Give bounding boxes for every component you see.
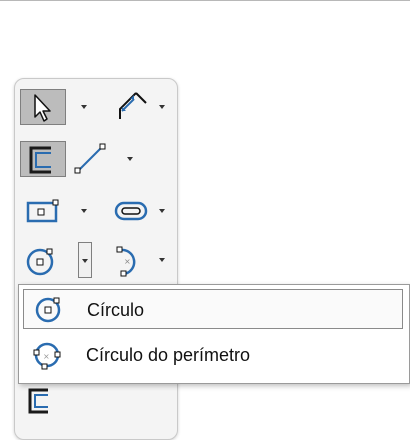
sketch-shortcut-bar: ×	[14, 78, 178, 440]
menu-item-perimeter-circle[interactable]: × Círculo do perímetro	[23, 335, 403, 375]
svg-text:×: ×	[43, 352, 50, 361]
chevron-down-icon	[127, 157, 133, 161]
chevron-down-icon	[81, 105, 87, 109]
chevron-down-icon	[159, 258, 165, 262]
svg-text:×: ×	[124, 257, 131, 266]
arc-flyout-arrow[interactable]	[156, 242, 170, 278]
arc-tool-button[interactable]: ×	[110, 242, 156, 278]
chevron-down-icon	[159, 209, 165, 213]
select-tool-button[interactable]	[20, 89, 66, 125]
circle-flyout-arrow[interactable]	[78, 242, 92, 278]
rectangle-flyout-arrow[interactable]	[78, 193, 92, 229]
exit-sketch-button[interactable]	[20, 384, 66, 420]
menu-item-label: Círculo do perímetro	[86, 345, 251, 365]
circle-icon	[32, 294, 64, 331]
menu-item-label: Círculo	[87, 300, 145, 320]
window-top-border	[0, 0, 410, 1]
line-tool-button[interactable]	[70, 141, 116, 177]
menu-item-circle[interactable]: Círculo	[23, 289, 403, 329]
line-flyout-arrow[interactable]	[124, 141, 138, 177]
sketch-button[interactable]	[20, 141, 66, 177]
slot-flyout-arrow[interactable]	[156, 193, 170, 229]
circle-tool-button[interactable]	[20, 242, 66, 278]
smart-dimension-button[interactable]	[110, 89, 156, 125]
circle-flyout-menu: Círculo × Círculo do perímetro	[18, 284, 410, 384]
select-flyout-arrow[interactable]	[78, 89, 92, 125]
chevron-down-icon	[82, 259, 88, 263]
rectangle-tool-button[interactable]	[20, 193, 66, 229]
perimeter-circle-icon: ×	[31, 339, 63, 376]
slot-tool-button[interactable]	[110, 193, 156, 229]
chevron-down-icon	[159, 105, 165, 109]
dimension-flyout-arrow[interactable]	[156, 89, 170, 125]
chevron-down-icon	[81, 209, 87, 213]
